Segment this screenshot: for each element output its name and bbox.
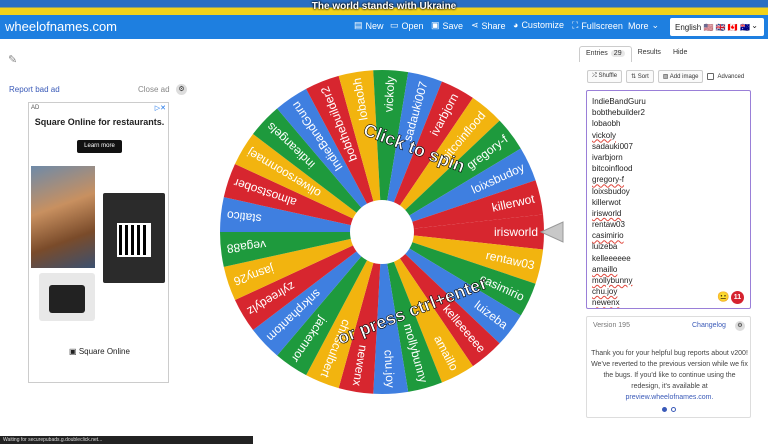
entry-line: mollybunny	[592, 276, 633, 285]
carousel-dots	[662, 407, 676, 412]
add-image-button[interactable]: ▨ Add image	[657, 70, 704, 83]
entry-line: loixsbudoy	[592, 186, 630, 196]
wheel-slice-label: vickoly	[382, 76, 398, 113]
entry-line: kelleeeeee	[592, 253, 631, 263]
entry-line: amaillo	[592, 264, 618, 274]
entry-line: casimirio	[592, 231, 624, 241]
checkbox-icon	[707, 73, 715, 80]
tab-entries[interactable]: Entries 29	[579, 46, 632, 62]
emoji-picker-icon[interactable]: 😐	[717, 292, 729, 303]
wheel-pointer	[539, 221, 564, 243]
image-icon: ▨	[662, 74, 669, 80]
wheel-slice-label: irisworld	[494, 225, 538, 239]
version-settings-icon[interactable]: ⚙	[735, 321, 745, 331]
browser-status-bar: Waiting for securepubads.g.doubleclick.n…	[0, 436, 253, 444]
preview-link[interactable]: preview.wheelofnames.com.	[626, 394, 714, 401]
wheel-center[interactable]	[350, 200, 414, 264]
changelog-link[interactable]: Changelog	[692, 322, 726, 329]
entry-line: luizeba	[592, 242, 618, 252]
entry-line: irisworld	[592, 208, 622, 218]
entry-line: gregory-f	[592, 175, 625, 185]
entry-line: ivarbjorn	[592, 152, 623, 162]
sort-button[interactable]: ⇅ Sort	[626, 70, 654, 83]
sidebar-tabs: Entries 29 Results Hide	[579, 46, 693, 62]
entry-line: killerwot	[592, 197, 621, 207]
wheel-slice-label: chu.joy	[381, 349, 397, 388]
advanced-checkbox[interactable]: Advanced	[707, 73, 744, 80]
shuffle-icon: ⤮	[592, 73, 597, 79]
entry-line: rentaw03	[592, 220, 625, 230]
entries-textarea[interactable]: IndieBandGuru bobthebuilder2 lobaobh vickol…	[586, 90, 751, 309]
entry-line: bitcoinflood	[592, 164, 633, 174]
entry-line: lobaobh	[592, 119, 621, 129]
version-notice: Thank you for your helpful bug reports a…	[591, 350, 748, 401]
version-label: Version 195	[593, 322, 630, 329]
shuffle-button[interactable]: ⤮ Shuffle	[587, 70, 623, 83]
version-card: Version 195 Changelog ⚙ Thank you for yo…	[586, 316, 751, 418]
sort-icon: ⇅	[631, 74, 637, 80]
tab-hide[interactable]: Hide	[667, 46, 693, 62]
entries-count-badge: 29	[610, 50, 625, 57]
entry-line: IndieBandGuru	[592, 97, 646, 106]
spell-error-count-badge[interactable]: 11	[731, 291, 744, 304]
carousel-dot[interactable]	[662, 407, 667, 412]
entries-toolbar: ⤮ Shuffle ⇅ Sort ▨ Add image Advanced	[587, 70, 744, 83]
entry-line: bobthebuilder2	[592, 108, 645, 118]
entry-line: sadauki007	[592, 141, 633, 151]
entry-line: vickoly	[592, 130, 617, 140]
carousel-dot[interactable]	[671, 407, 676, 412]
tab-results[interactable]: Results	[632, 46, 667, 62]
